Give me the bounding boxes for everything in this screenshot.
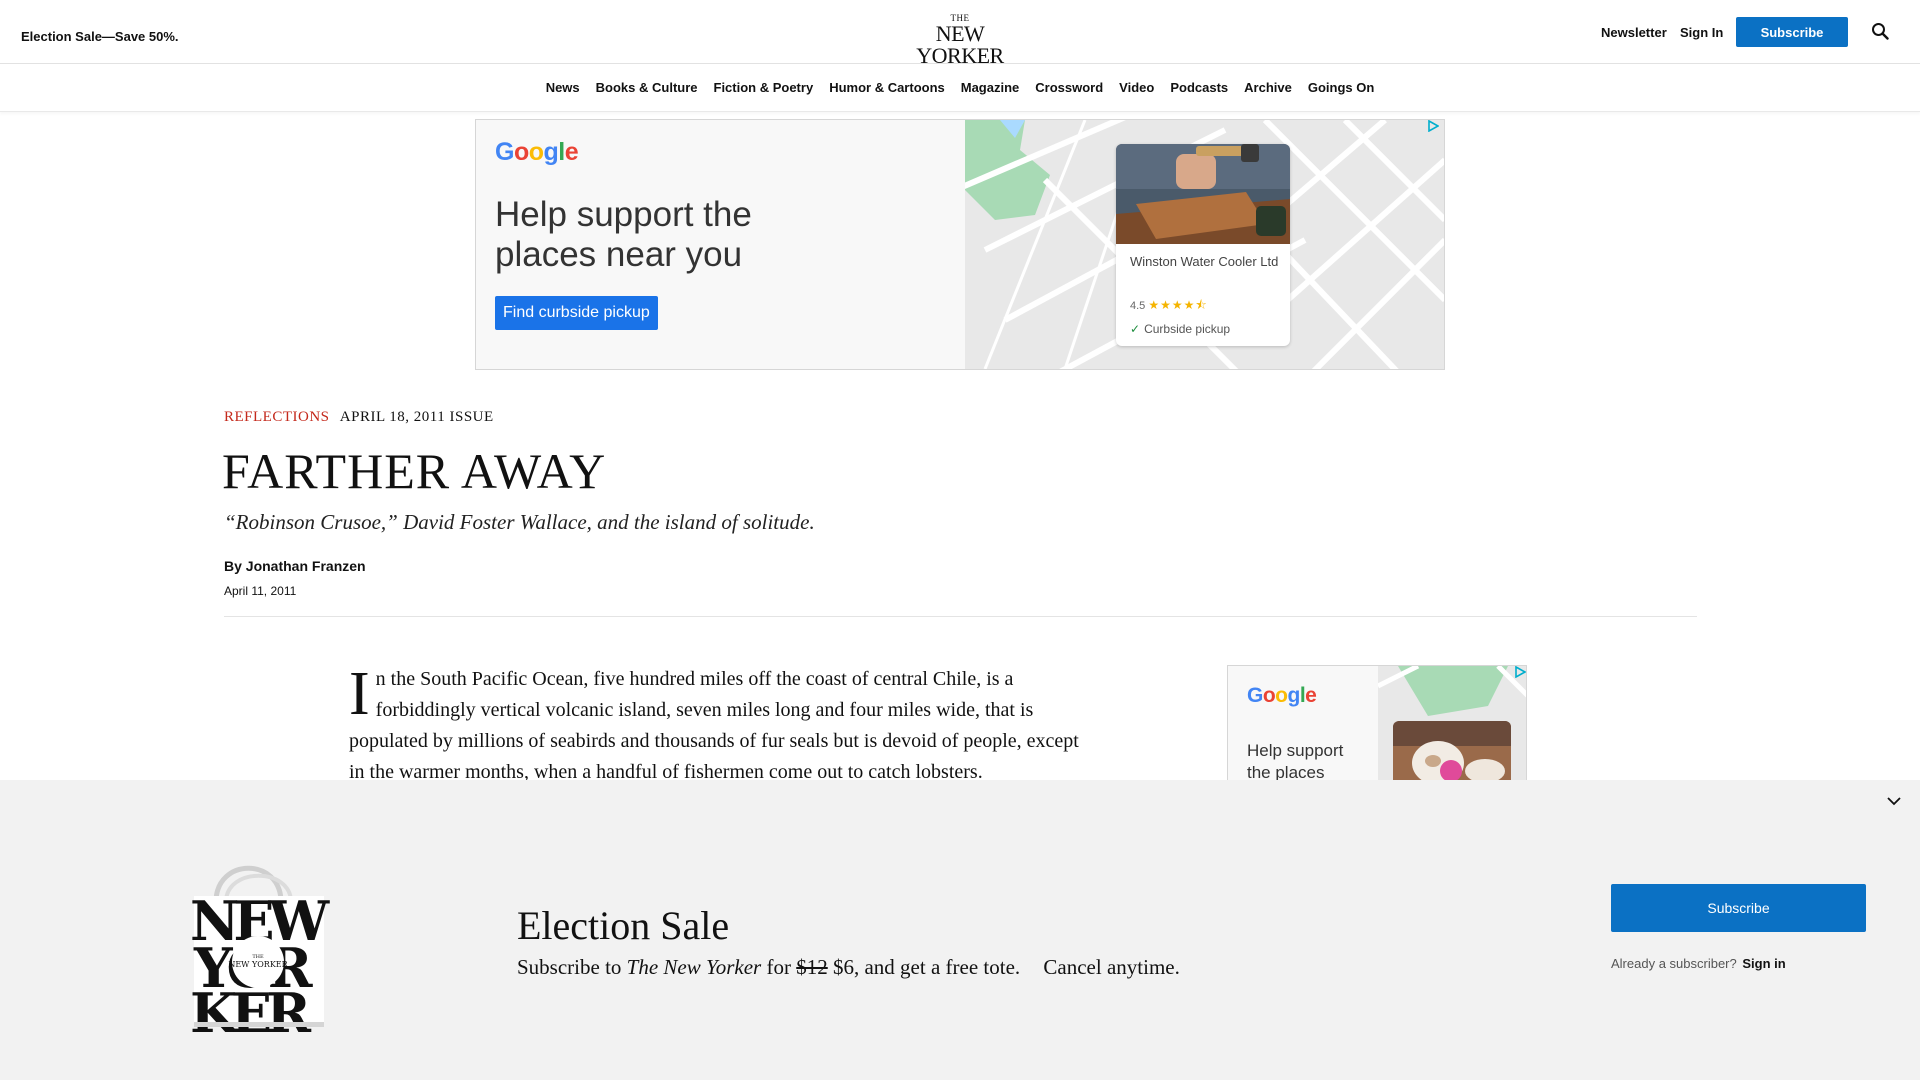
promo-link[interactable]: Election Sale—Save 50%. bbox=[21, 29, 179, 44]
rubric: REFLECTIONS APRIL 18, 2011 ISSUE bbox=[224, 409, 494, 426]
sale-copy: Subscribe to The New Yorker for $12 $6, … bbox=[517, 955, 1180, 980]
adchoices-icon[interactable] bbox=[1514, 666, 1526, 678]
tote-logo-main: NEW YORKER bbox=[228, 960, 288, 969]
google-logo: Google bbox=[1247, 684, 1317, 707]
rubric-section-link[interactable]: REFLECTIONS bbox=[224, 409, 330, 425]
rating-value: 4.5 bbox=[1130, 300, 1146, 312]
chevron-down-icon[interactable] bbox=[1886, 795, 1902, 807]
logo-main: NEW YORKER bbox=[916, 21, 1004, 68]
sale-title: Election Sale bbox=[517, 903, 730, 948]
nav-item-podcasts[interactable]: Podcasts bbox=[1170, 80, 1228, 95]
sign-in-link[interactable]: Sign In bbox=[1680, 25, 1723, 40]
new-price: $6, and get a free tote. bbox=[832, 955, 1021, 979]
top-bar: Election Sale—Save 50%. THE NEW YORKER N… bbox=[0, 0, 1920, 67]
issue-link[interactable]: APRIL 18, 2011 ISSUE bbox=[340, 409, 494, 425]
article-body: In the South Pacific Ocean, five hundred… bbox=[349, 660, 1079, 788]
newsletter-link[interactable]: Newsletter bbox=[1601, 25, 1667, 40]
old-price: $12 bbox=[796, 955, 828, 979]
pickup-text: Curbside pickup bbox=[1144, 322, 1231, 336]
nav-item-humor-cartoons[interactable]: Humor & Cartoons bbox=[829, 80, 945, 95]
nav-item-magazine[interactable]: Magazine bbox=[961, 80, 1020, 95]
nav-item-archive[interactable]: Archive bbox=[1244, 80, 1292, 95]
business-name: Winston Water Cooler Ltd bbox=[1130, 254, 1279, 269]
paragraph-1: n the South Pacific Ocean, five hundred … bbox=[349, 668, 1079, 783]
byline: By Jonathan Franzen bbox=[224, 558, 366, 574]
business-card[interactable]: Winston Water Cooler Ltd 4.5 ★★★★⯪ ✓ Curb… bbox=[1116, 144, 1290, 346]
copy-prefix: Subscribe to bbox=[517, 955, 622, 979]
search-icon[interactable] bbox=[1871, 22, 1889, 40]
business-rating: 4.5 ★★★★⯪ bbox=[1130, 296, 1208, 317]
already-subscriber-text: Already a subscriber? bbox=[1611, 956, 1737, 971]
paywall-subscribe-button[interactable]: Subscribe bbox=[1611, 884, 1866, 932]
curbside-pickup-label: ✓ Curbside pickup bbox=[1130, 322, 1230, 336]
copy-publication: The New Yorker bbox=[626, 955, 762, 979]
byline-prefix: By bbox=[224, 558, 242, 574]
dog-photo bbox=[1393, 721, 1511, 784]
nav-item-books-culture[interactable]: Books & Culture bbox=[596, 80, 698, 95]
already-subscriber: Already a subscriber? Sign in bbox=[1611, 956, 1786, 971]
copy-for: for bbox=[766, 955, 791, 979]
article-headline: FARTHER AWAY bbox=[222, 443, 607, 499]
check-icon: ✓ bbox=[1130, 322, 1141, 336]
ad-headline: Help support the places bbox=[1247, 741, 1344, 782]
publish-date: April 11, 2011 bbox=[224, 584, 297, 598]
ad-headline: Help support the places near you bbox=[495, 195, 752, 274]
paywall-sign-in-link[interactable]: Sign in bbox=[1742, 956, 1785, 971]
woodworking-photo bbox=[1116, 144, 1290, 244]
main-nav: News Books & Culture Fiction & Poetry Hu… bbox=[0, 64, 1920, 112]
tote-bag-image: NEW YOR KER THE NEW YORKER bbox=[190, 865, 336, 1032]
star-rating-icon: ★★★★⯪ bbox=[1148, 298, 1208, 312]
subscription-paywall: NEW YOR KER THE NEW YORKER Election Sale… bbox=[0, 780, 1920, 1080]
top-banner-ad[interactable]: Google Help support the places near you … bbox=[475, 119, 1445, 370]
article-dek: “Robinson Crusoe,” David Foster Wallace,… bbox=[224, 510, 815, 534]
nav-item-news[interactable]: News bbox=[546, 80, 580, 95]
site-logo[interactable]: THE NEW YORKER bbox=[898, 14, 1022, 67]
ad-copy-panel: Google Help support the places near you … bbox=[476, 120, 965, 369]
google-logo: Google bbox=[495, 138, 579, 166]
nav-item-crossword[interactable]: Crossword bbox=[1035, 80, 1103, 95]
nav-item-fiction-poetry[interactable]: Fiction & Poetry bbox=[714, 80, 814, 95]
adchoices-icon[interactable] bbox=[1427, 120, 1439, 132]
find-curbside-pickup-button[interactable]: Find curbside pickup bbox=[495, 296, 658, 330]
sidebar-ad[interactable]: Google Help support the places bbox=[1227, 665, 1527, 785]
drop-cap: I bbox=[349, 660, 370, 728]
subscribe-button[interactable]: Subscribe bbox=[1736, 17, 1848, 47]
header-divider bbox=[224, 616, 1697, 617]
cancel-anytime: Cancel anytime. bbox=[1043, 955, 1180, 979]
nav-item-video[interactable]: Video bbox=[1119, 80, 1154, 95]
nav-item-goings-on[interactable]: Goings On bbox=[1308, 80, 1374, 95]
author-link[interactable]: Jonathan Franzen bbox=[246, 558, 366, 574]
